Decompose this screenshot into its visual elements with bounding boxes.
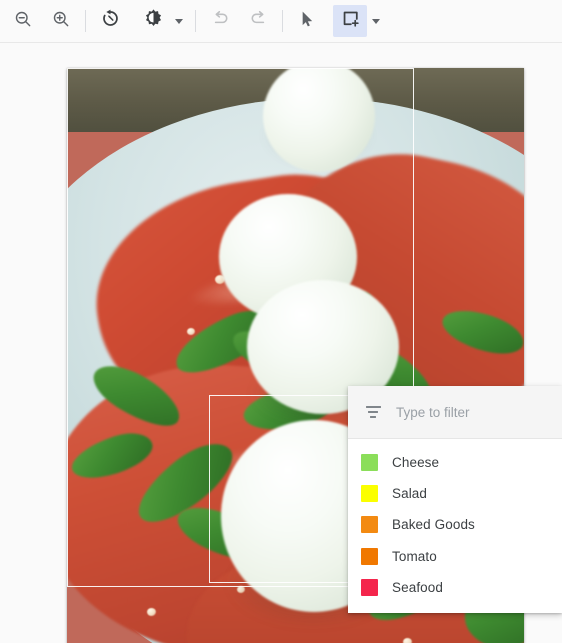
tomato-seed: [403, 638, 412, 643]
toolbar: [0, 0, 562, 43]
zoom-out-button[interactable]: [6, 5, 40, 37]
label-filter-dropdown[interactable]: Cheese Salad Baked Goods Tomato Seafood: [348, 386, 562, 613]
redo-button[interactable]: [241, 5, 275, 37]
color-swatch-baked-goods: [361, 516, 378, 534]
toolbar-divider: [85, 10, 86, 32]
category-label: Seafood: [392, 579, 443, 595]
toolbar-divider: [195, 10, 196, 32]
add-box-button[interactable]: [333, 5, 367, 37]
filter-icon: [364, 403, 382, 421]
tomato-seed: [147, 608, 156, 616]
brightness-dropdown-button[interactable]: [170, 5, 188, 37]
select-cursor-icon: [297, 9, 317, 34]
select-cursor-button[interactable]: [290, 5, 324, 37]
category-item-baked-goods[interactable]: Baked Goods: [348, 509, 562, 540]
brightness-contrast-icon: [143, 8, 164, 34]
add-box-icon: [340, 8, 361, 34]
filter-input[interactable]: [396, 404, 536, 420]
redo-icon: [248, 8, 269, 34]
category-item-cheese[interactable]: Cheese: [348, 447, 562, 478]
category-label: Tomato: [392, 548, 437, 564]
category-label: Salad: [392, 486, 428, 502]
category-list: Cheese Salad Baked Goods Tomato Seafood: [348, 439, 562, 613]
category-label: Baked Goods: [392, 517, 475, 533]
category-item-seafood[interactable]: Seafood: [348, 572, 562, 603]
category-item-tomato[interactable]: Tomato: [348, 541, 562, 572]
chevron-down-icon: [372, 18, 380, 24]
color-swatch-tomato: [361, 547, 378, 565]
filter-header: [348, 386, 562, 439]
category-item-salad[interactable]: Salad: [348, 478, 562, 509]
zoom-in-icon: [51, 9, 71, 34]
rotate-button[interactable]: [93, 5, 127, 37]
color-swatch-cheese: [361, 454, 378, 472]
zoom-out-icon: [13, 9, 33, 34]
chevron-down-icon: [175, 18, 183, 24]
undo-icon: [210, 8, 231, 34]
toolbar-divider: [282, 10, 283, 32]
annotation-app: Cheese Salad Baked Goods Tomato Seafood: [0, 0, 562, 643]
rotate-icon: [100, 8, 121, 34]
color-swatch-seafood: [361, 578, 378, 596]
zoom-in-button[interactable]: [44, 5, 78, 37]
color-swatch-salad: [361, 485, 378, 503]
undo-button[interactable]: [203, 5, 237, 37]
add-box-dropdown-button[interactable]: [367, 5, 385, 37]
category-label: Cheese: [392, 455, 440, 471]
brightness-contrast-button[interactable]: [136, 5, 170, 37]
